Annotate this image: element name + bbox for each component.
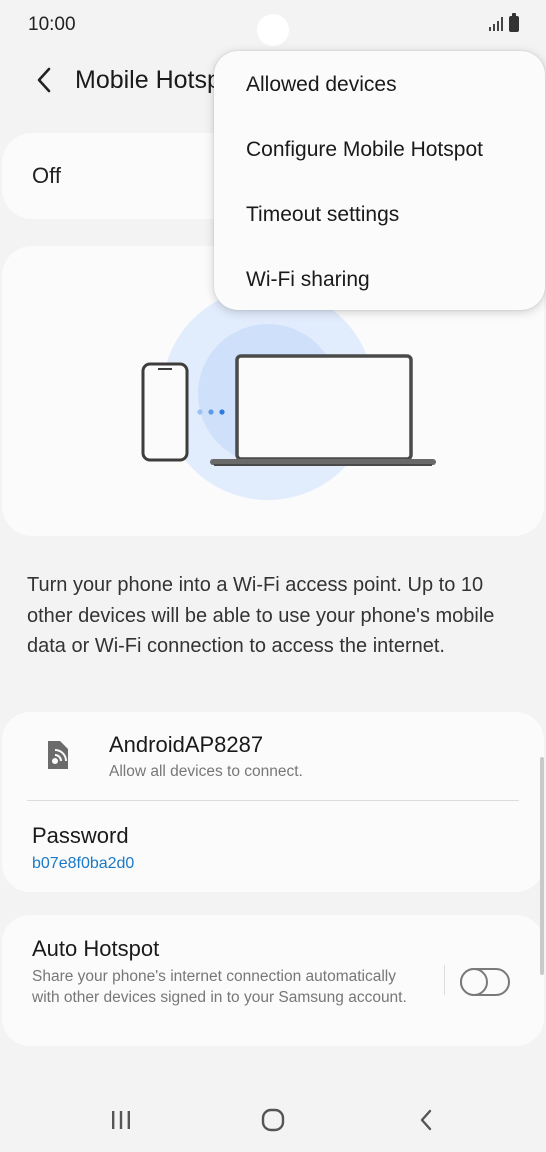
switch-knob bbox=[460, 968, 488, 996]
camera-cutout bbox=[257, 14, 289, 46]
password-value: b07e8f0ba2d0 bbox=[32, 855, 135, 872]
menu-item-label: Timeout settings bbox=[246, 202, 400, 226]
chevron-left-icon bbox=[37, 67, 51, 93]
status-time: 10:00 bbox=[28, 14, 76, 35]
menu-item-wifi-sharing[interactable]: Wi-Fi sharing bbox=[214, 247, 545, 312]
back-icon bbox=[420, 1109, 432, 1131]
hotspot-state-label: Off bbox=[32, 163, 61, 188]
back-button[interactable] bbox=[26, 62, 62, 98]
network-subtitle: Allow all devices to connect. bbox=[109, 763, 303, 780]
menu-item-configure-hotspot[interactable]: Configure Mobile Hotspot bbox=[214, 117, 545, 182]
menu-item-label: Allowed devices bbox=[246, 72, 397, 96]
auto-hotspot-title: Auto Hotspot bbox=[32, 936, 160, 961]
page-title: Mobile Hotspot bbox=[75, 66, 225, 94]
overflow-menu: Allowed devices Configure Mobile Hotspot… bbox=[214, 51, 545, 310]
menu-item-label: Wi-Fi sharing bbox=[246, 267, 370, 291]
divider bbox=[444, 965, 445, 995]
nav-recents-button[interactable] bbox=[91, 1098, 151, 1142]
password-label[interactable]: Password bbox=[32, 823, 129, 849]
auto-hotspot-description: Share your phone's internet connection a… bbox=[32, 968, 407, 1006]
home-icon bbox=[261, 1108, 285, 1132]
menu-item-label: Configure Mobile Hotspot bbox=[246, 137, 483, 161]
auto-hotspot-switch[interactable] bbox=[460, 968, 510, 996]
menu-item-allowed-devices[interactable]: Allowed devices bbox=[214, 52, 545, 117]
nav-home-button[interactable] bbox=[243, 1098, 303, 1142]
scrollbar[interactable] bbox=[540, 757, 544, 975]
recents-icon bbox=[112, 1111, 130, 1129]
hotspot-description: Turn your phone into a Wi-Fi access poin… bbox=[27, 574, 495, 657]
nav-back-button[interactable] bbox=[396, 1098, 456, 1142]
network-name[interactable]: AndroidAP8287 bbox=[109, 732, 263, 758]
battery-icon bbox=[509, 13, 519, 32]
divider bbox=[27, 800, 519, 801]
hotspot-icon bbox=[48, 741, 68, 769]
menu-item-timeout-settings[interactable]: Timeout settings bbox=[214, 182, 545, 247]
signal-icon bbox=[489, 17, 503, 31]
